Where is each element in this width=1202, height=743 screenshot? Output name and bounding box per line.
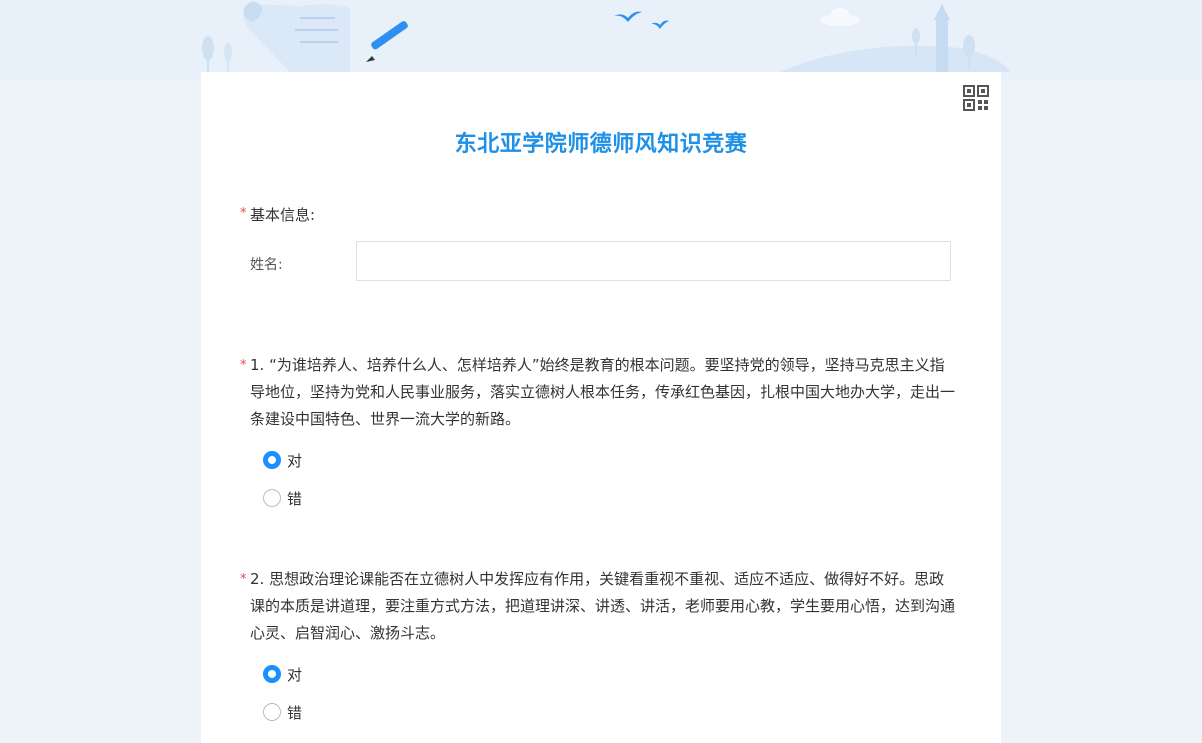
header-banner: [0, 0, 1202, 80]
question-2-option-false[interactable]: 错: [263, 701, 302, 723]
question-2-text: 2. 思想政治理论课能否在立德树人中发挥应有作用，关键看重视不重视、适应不适应、…: [250, 570, 956, 642]
question-1-option-false[interactable]: 错: [263, 487, 302, 509]
radio-checked-icon[interactable]: [263, 451, 281, 469]
required-mark: *: [240, 572, 247, 587]
required-mark: *: [240, 206, 247, 221]
question-1-text: 1. “为谁培养人、培养什么人、怎样培养人”始终是教育的根本问题。要坚持党的领导…: [250, 356, 956, 428]
required-mark: *: [240, 358, 247, 373]
question-2-option-true[interactable]: 对: [263, 663, 302, 685]
option-label: 错: [287, 489, 303, 508]
basic-info-label: 基本信息:: [250, 206, 316, 224]
form-card: 东北亚学院师德师风知识竞赛 * 基本信息: 姓名: * 1. “为谁培养人、培养…: [201, 72, 1001, 743]
option-label: 错: [287, 703, 303, 722]
radio-unchecked-icon[interactable]: [263, 489, 281, 507]
qr-code-icon[interactable]: [963, 85, 989, 111]
radio-checked-icon[interactable]: [263, 665, 281, 683]
option-label: 对: [287, 665, 303, 684]
banner-illustration: [202, 1, 1010, 72]
form-title: 东北亚学院师德师风知识竞赛: [454, 132, 748, 157]
option-label: 对: [287, 451, 303, 470]
name-label: 姓名:: [250, 257, 283, 273]
question-1-option-true[interactable]: 对: [263, 449, 302, 471]
name-input[interactable]: [356, 241, 951, 281]
radio-unchecked-icon[interactable]: [263, 703, 281, 721]
